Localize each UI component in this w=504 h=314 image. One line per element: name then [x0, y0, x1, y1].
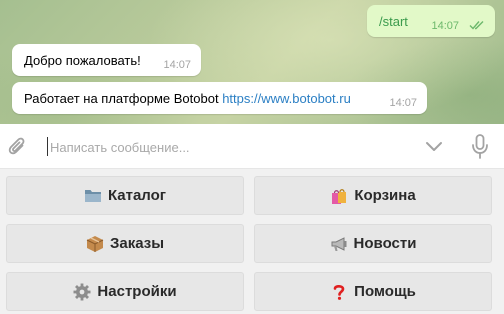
cart-button[interactable]: Корзина [254, 176, 492, 215]
double-check-icon [469, 21, 484, 30]
megaphone-icon [330, 235, 348, 253]
gear-icon [73, 283, 91, 301]
settings-button[interactable]: Настройки [6, 272, 244, 311]
catalog-button[interactable]: Каталог [6, 176, 244, 215]
settings-label: Настройки [97, 283, 177, 300]
message-input[interactable] [50, 135, 400, 159]
cart-label: Корзина [354, 187, 416, 204]
message-time: 14:07 [163, 59, 191, 71]
message-time: 14:07 [431, 20, 459, 32]
help-button[interactable]: Помощь [254, 272, 492, 311]
news-button[interactable]: Новости [254, 224, 492, 263]
shopping-bags-icon [330, 187, 348, 205]
message-text: Добро пожаловать! [24, 53, 141, 68]
message-composer [0, 124, 504, 169]
help-label: Помощь [354, 283, 416, 300]
message-text-body: Работает на платформе Botobot [24, 91, 219, 106]
paperclip-icon[interactable] [8, 136, 28, 158]
microphone-icon[interactable] [471, 134, 489, 160]
message-bubble-incoming[interactable]: Добро пожаловать! 14:07 [12, 44, 201, 76]
message-text: /start [379, 14, 408, 29]
orders-button[interactable]: Заказы [6, 224, 244, 263]
text-cursor [47, 137, 48, 156]
catalog-label: Каталог [107, 187, 167, 204]
message-text: Работает на платформе Botobot https://ww… [24, 91, 351, 106]
chat-history: /start 14:07 Добро пожаловать! 14:07 Раб… [0, 0, 504, 124]
bot-keyboard: Каталог Корзина Заказы Новости Настройки… [0, 170, 504, 314]
folder-icon [84, 187, 102, 205]
question-mark-icon [330, 283, 348, 301]
package-icon [86, 235, 104, 253]
orders-label: Заказы [109, 235, 165, 252]
message-bubble-incoming[interactable]: Работает на платформе Botobot https://ww… [12, 82, 427, 114]
chevron-down-icon[interactable] [425, 141, 443, 153]
message-time: 14:07 [389, 97, 417, 109]
message-bubble-outgoing[interactable]: /start 14:07 [367, 5, 495, 37]
news-label: Новости [353, 235, 417, 252]
message-link[interactable]: https://www.botobot.ru [222, 91, 351, 106]
